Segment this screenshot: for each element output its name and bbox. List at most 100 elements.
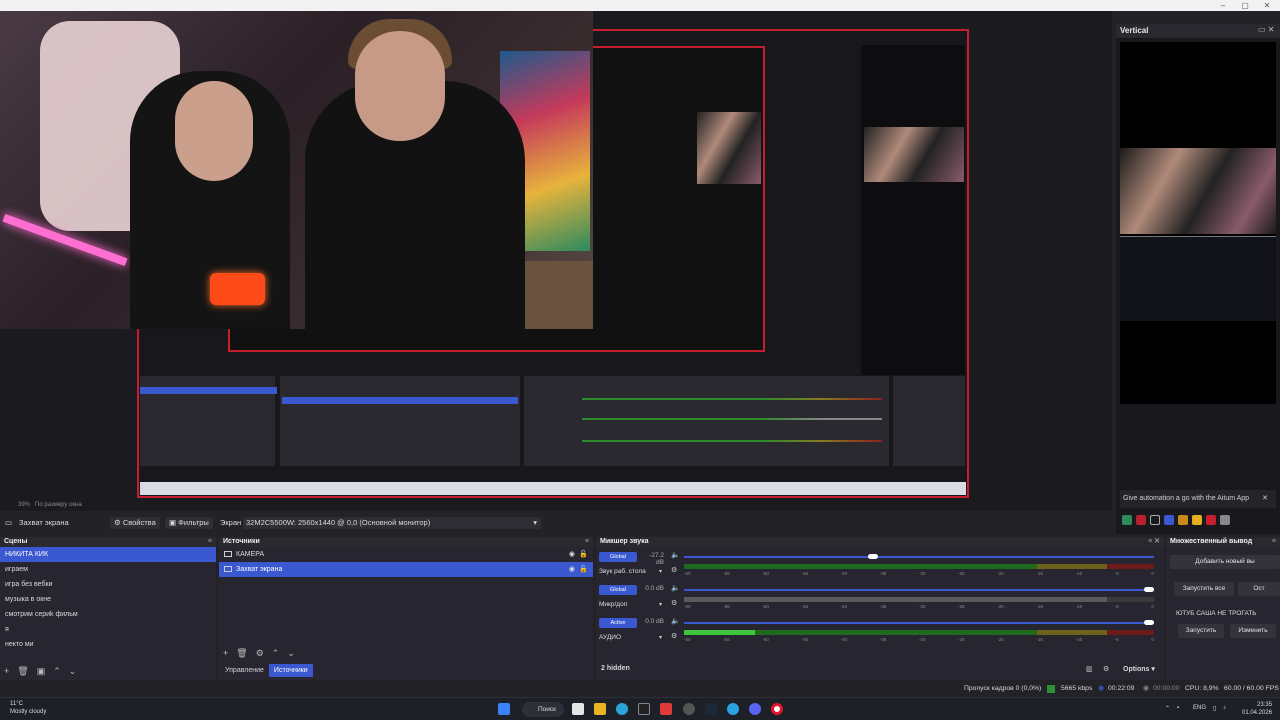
edit-output-button[interactable]: Изменить <box>1230 624 1276 638</box>
volume-slider[interactable] <box>684 589 1154 591</box>
edge-icon[interactable] <box>616 703 628 715</box>
add-source-button[interactable]: + <box>223 648 228 658</box>
scene-filters-button[interactable]: ▣ <box>37 666 46 676</box>
clock[interactable]: 23:35 01.04.2026 <box>1242 701 1272 717</box>
webcam-feed[interactable] <box>0 11 593 329</box>
scene-item[interactable]: я <box>0 622 216 637</box>
meter-tick-label: -55 <box>723 637 730 642</box>
lock-icon[interactable]: 🔓 <box>579 562 588 577</box>
eye-icon[interactable]: ◉ <box>569 547 575 562</box>
source-properties-button[interactable]: ⚙ <box>256 648 264 658</box>
add-scene-button[interactable]: + <box>4 666 9 676</box>
move-source-down-button[interactable]: ⌄ <box>287 648 295 658</box>
source-item-screen[interactable]: Захват экрана ◉ 🔓 <box>219 562 593 577</box>
mixer-settings-icon[interactable]: ⚙ <box>1103 665 1109 673</box>
mixer-options-button[interactable]: Options ▾ <box>1123 665 1155 673</box>
nested-vertical-panel <box>861 45 965 375</box>
zoom-value[interactable]: 39% <box>18 502 30 508</box>
move-scene-up-button[interactable]: ⌃ <box>53 666 61 676</box>
speaker-icon[interactable]: 🔈 <box>671 617 680 625</box>
channel-settings-icon[interactable]: ⚙ <box>671 632 677 640</box>
chevron-down-icon[interactable]: ▾ <box>659 601 662 608</box>
scenes-menu-icon[interactable]: ≡ <box>208 537 212 547</box>
vertical-screenshot-icon[interactable] <box>1178 515 1188 525</box>
vertical-virtualcam-icon[interactable] <box>1150 515 1160 525</box>
lock-icon[interactable]: 🔓 <box>579 547 588 562</box>
remove-source-button[interactable]: 🗑 <box>236 648 247 658</box>
volume-slider[interactable] <box>684 556 1154 558</box>
mixer-menu-icon[interactable]: ≡ ✕ <box>1148 537 1160 547</box>
meter-tick-label: -30 <box>918 571 926 576</box>
volume-slider[interactable] <box>684 622 1154 624</box>
channel-settings-icon[interactable]: ⚙ <box>671 566 677 574</box>
task-view-icon[interactable] <box>572 703 584 715</box>
scene-item[interactable]: играем <box>0 562 216 577</box>
sources-menu-icon[interactable]: ≡ <box>585 537 589 547</box>
add-new-output-button[interactable]: Добавить новый вы <box>1170 555 1280 569</box>
volume-slider-knob[interactable] <box>868 554 878 559</box>
zoom-fit[interactable]: По размеру окна <box>35 502 82 508</box>
remove-scene-button[interactable]: 🗑 <box>17 666 28 676</box>
scene-item[interactable]: музыка в окне <box>0 592 216 607</box>
app-icon[interactable] <box>638 703 650 715</box>
meter-tick-label: -10 <box>1075 604 1083 609</box>
mixer-layout-icon[interactable]: ▥ <box>1086 665 1093 673</box>
chevron-down-icon[interactable]: ▾ <box>659 634 662 641</box>
move-source-up-button[interactable]: ⌃ <box>272 648 280 658</box>
eye-icon[interactable]: ◉ <box>569 562 575 577</box>
network-icon[interactable]: ▯ <box>1213 705 1216 712</box>
scene-item[interactable]: НИКИТА КИК <box>0 547 216 562</box>
discord-icon[interactable] <box>749 703 761 715</box>
vertical-controls <box>1120 512 1276 528</box>
chevron-down-icon: ▾ <box>533 518 537 527</box>
vertical-split-icon[interactable] <box>1220 515 1230 525</box>
tab-controls[interactable]: Управление <box>220 664 269 677</box>
opera-icon[interactable] <box>771 703 783 715</box>
scene-item[interactable]: некто ми <box>0 637 216 652</box>
scene-item[interactable]: игра без вебки <box>0 577 216 592</box>
scene-item[interactable]: смотрим сериk фильм <box>0 607 216 622</box>
speaker-icon[interactable]: 🔈 <box>671 551 680 559</box>
file-explorer-icon[interactable] <box>594 703 606 715</box>
nested-meter-1 <box>582 398 882 400</box>
vertical-record-icon[interactable] <box>1136 515 1146 525</box>
properties-button[interactable]: ⚙ Свойства <box>110 517 160 529</box>
telegram-icon[interactable] <box>727 703 739 715</box>
aitum-banner-close-icon[interactable]: ✕ <box>1262 490 1268 508</box>
vertical-dock-menu-icon[interactable]: ▭ ✕ <box>1258 25 1274 34</box>
vertical-settings-icon[interactable] <box>1192 515 1202 525</box>
dropped-frames: Пропуск кадров 0 (0,0%) <box>964 685 1042 692</box>
tray-chevron-icon[interactable]: ⌃ <box>1165 705 1170 712</box>
screen-select[interactable]: 32M2C5500W: 2560x1440 @ 0,0 (Основной мо… <box>243 517 541 529</box>
volume-slider-knob[interactable] <box>1144 620 1154 625</box>
stop-all-button[interactable]: Ост <box>1238 582 1280 596</box>
move-scene-down-button[interactable]: ⌄ <box>69 666 77 676</box>
start-output-button[interactable]: Запустить <box>1178 624 1224 638</box>
speaker-icon[interactable]: 🔈 <box>671 584 680 592</box>
start-icon[interactable] <box>498 703 510 715</box>
source-item-camera[interactable]: КАМЕРА ◉ 🔓 <box>219 547 593 562</box>
volume-slider-knob[interactable] <box>1144 587 1154 592</box>
steam-icon[interactable] <box>705 703 717 715</box>
start-all-button[interactable]: Запустить все <box>1174 582 1234 596</box>
yandex-icon[interactable] <box>660 703 672 715</box>
hidden-count[interactable]: 2 hidden <box>601 665 630 672</box>
chevron-down-icon[interactable]: ▾ <box>659 568 662 575</box>
vertical-replay-icon[interactable] <box>1164 515 1174 525</box>
channel-mode-badge[interactable]: Active <box>599 618 637 628</box>
tab-sources[interactable]: Источники <box>268 664 313 677</box>
taskbar-search[interactable]: Поиск <box>522 702 564 717</box>
tray-app-icon[interactable]: ▪ <box>1177 705 1179 711</box>
weather-widget[interactable]: 11°C Mostly cloudy <box>10 700 46 716</box>
channel-mode-badge[interactable]: Global <box>599 585 637 595</box>
vertical-heart-icon[interactable] <box>1206 515 1216 525</box>
volume-icon[interactable]: ♪ <box>1223 705 1226 711</box>
language-indicator[interactable]: ENG <box>1193 705 1206 711</box>
multi-output-menu-icon[interactable]: ≡ <box>1272 537 1276 547</box>
channel-mode-badge[interactable]: Global <box>599 552 637 562</box>
filters-button[interactable]: ▣ Фильтры <box>165 517 213 529</box>
channel-settings-icon[interactable]: ⚙ <box>671 599 677 607</box>
close-window-button[interactable]: ✕ <box>1252 0 1280 11</box>
obs-icon[interactable] <box>683 703 695 715</box>
vertical-stream-icon[interactable] <box>1122 515 1132 525</box>
